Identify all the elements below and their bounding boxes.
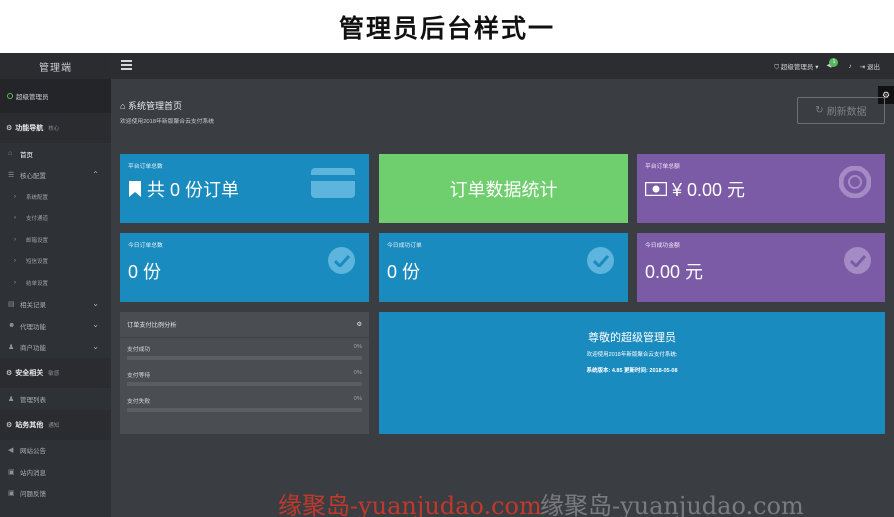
home-icon: ⌂ — [8, 150, 13, 158]
sidebar-subitem-system-config[interactable]: › 系统配置 — [0, 186, 111, 208]
sidebar-subitem-sms-config[interactable]: › 短信设置 — [0, 251, 111, 273]
question-icon: ▣ — [8, 490, 15, 498]
bookmark-icon — [129, 181, 141, 197]
logout-button[interactable]: ⇥ 退出 — [860, 61, 880, 71]
card-platform-orders: 平台订单总数 共 0 份订单 — [120, 154, 369, 223]
watermark-primary: 缘聚岛-yuanjudao.com — [278, 492, 542, 517]
gear-icon: ⚙ — [6, 421, 13, 429]
card-today-success: 今日成功订单 0 份 — [379, 233, 628, 302]
sidebar-section-other: ⚙ 站务其他 通知 — [0, 409, 111, 440]
user-icon: ♟ — [8, 395, 15, 403]
sidebar-subitem-pay-channel[interactable]: › 支付通道 — [0, 208, 111, 230]
check-circle-icon — [587, 247, 614, 274]
refresh-icon: ↻ — [815, 105, 824, 116]
sidebar-user[interactable]: 超级管理员 — [0, 79, 111, 113]
gear-icon: ⚙ — [6, 370, 13, 377]
user-icon: ♟ — [8, 344, 15, 352]
check-circle-icon — [844, 247, 871, 274]
progress-bar — [127, 356, 362, 360]
sidebar-item-messages[interactable]: ▣ 站内消息 — [0, 461, 111, 483]
check-circle-icon — [328, 247, 355, 274]
topbar: ⛉ 超级管理员 ▾ ◀1 ♪ ⇥ 退出 — [111, 53, 894, 79]
watermark-secondary: 缘聚岛-yuanjudao.com — [540, 492, 804, 517]
card-platform-amount: 平台订单总额 ¥ 0.00 元 — [637, 154, 885, 223]
page: 管理员后台样式一 管理端 超级管理员 ⚙ 功能导航 核心 ⌂ 首页 ☰ 核心配置… — [0, 0, 894, 517]
topbar-right: ⛉ 超级管理员 ▾ ◀1 ♪ ⇥ 退出 — [774, 53, 880, 79]
online-status-icon — [7, 93, 13, 99]
admin-dropdown[interactable]: ⛉ 超级管理员 ▾ — [774, 61, 818, 72]
sidebar-item-feedback[interactable]: ▣ 问题反馈 — [0, 483, 111, 505]
banner: 管理员后台样式一 — [0, 0, 894, 53]
sidebar-item-records[interactable]: ▤ 相关记录 ⌄ — [0, 294, 111, 316]
order-analysis-panel: 订单支付比例分析 ⚙ 支付成功 0% 支付等待 0% 支付失败 0% — [120, 312, 369, 434]
welcome-title: 尊敬的超级管理员 — [588, 332, 676, 344]
sidebar-brand: 管理端 — [0, 53, 111, 79]
sidebar-subitem-settle-config[interactable]: › 结单设置 — [0, 272, 111, 294]
chevron-right-icon: › — [14, 236, 16, 243]
sidebar-item-agent[interactable]: ☻ 代理功能 ⌄ — [0, 315, 111, 337]
main-content: ⌂ 系统管理首页 欢迎使用2018年新版聚合云支付系统 ↻ 刷新数据 平台订单总数… — [111, 79, 894, 517]
card-today-orders: 今日订单总数 0 份 — [120, 233, 369, 302]
caret-down-icon: ▾ — [815, 63, 819, 71]
lifebuoy-icon — [839, 166, 871, 198]
list-icon: ▤ — [8, 301, 15, 309]
users-icon: ☻ — [8, 322, 16, 330]
sidebar-item-core-config[interactable]: ☰ 核心配置 ⌃ — [0, 165, 111, 187]
welcome-panel: 尊敬的超级管理员 欢迎使用2018年新版聚合云支付系统: 系统版本: 4.85 … — [379, 312, 885, 434]
sidebar-section-security: ⚙ 安全相关 敏感 — [0, 358, 111, 388]
sidebar-item-announce[interactable]: ◀ 网站公告 — [0, 440, 111, 462]
sidebar-item-home[interactable]: ⌂ 首页 — [0, 143, 111, 165]
page-title: ⌂ 系统管理首页 — [120, 101, 182, 111]
home-icon: ⌂ — [120, 101, 126, 111]
sidebar: 管理端 超级管理员 ⚙ 功能导航 核心 ⌂ 首页 ☰ 核心配置 ⌃ › 系统配置 — [0, 53, 111, 517]
panel-title: 订单支付比例分析 — [127, 322, 177, 329]
analysis-row-failed: 支付失败 0% — [120, 390, 369, 416]
bell-icon[interactable]: ♪ — [848, 63, 851, 70]
message-icon: ▣ — [8, 468, 15, 476]
admin-app: 管理端 超级管理员 ⚙ 功能导航 核心 ⌂ 首页 ☰ 核心配置 ⌃ › 系统配置 — [0, 53, 894, 517]
chevron-down-icon: ⌄ — [92, 298, 99, 308]
megaphone-icon: ◀ — [8, 447, 14, 455]
notification-badge: 1 — [829, 58, 839, 67]
analysis-row-waiting: 支付等待 0% — [120, 364, 369, 390]
card-order-stats[interactable]: 订单数据统计 — [379, 154, 628, 223]
money-icon — [645, 182, 667, 196]
card-today-amount: 今日成功金额 0.00 元 — [637, 233, 885, 302]
progress-bar — [127, 408, 362, 412]
welcome-line-1: 欢迎使用2018年新版聚合云支付系统: — [586, 352, 678, 358]
sidebar-user-name: 超级管理员 — [16, 94, 49, 101]
gear-icon: ⚙ — [6, 125, 13, 132]
sidebar-subitem-email-config[interactable]: › 邮箱设置 — [0, 229, 111, 251]
sliders-icon: ☰ — [8, 172, 15, 180]
chevron-down-icon: ⌄ — [92, 320, 99, 329]
chevron-up-icon: ⌃ — [92, 169, 99, 179]
page-subtitle: 欢迎使用2018年新版聚合云支付系统 — [120, 119, 215, 125]
logout-icon: ⇥ — [859, 64, 866, 71]
welcome-line-2: 系统版本: 4.85 更新时间: 2018-05-08 — [586, 368, 678, 374]
menu-toggle-icon[interactable] — [121, 60, 132, 70]
chevron-right-icon: › — [14, 258, 16, 265]
banner-title: 管理员后台样式一 — [338, 13, 555, 43]
chevron-right-icon: › — [14, 279, 16, 286]
shield-icon: ⛉ — [774, 63, 780, 71]
sidebar-item-admin-list[interactable]: ♟ 管理列表 — [0, 388, 111, 410]
gear-icon[interactable]: ⚙ — [356, 321, 362, 328]
sidebar-item-merchant[interactable]: ♟ 商户功能 ⌄ — [0, 337, 111, 359]
refresh-button[interactable]: ↻ 刷新数据 — [797, 97, 885, 124]
progress-bar — [127, 382, 362, 386]
chevron-right-icon: › — [14, 193, 16, 200]
sidebar-section-functions: ⚙ 功能导航 核心 — [0, 113, 111, 143]
credit-card-icon — [311, 168, 355, 198]
notification-button[interactable]: ◀1 — [826, 58, 840, 71]
chevron-down-icon: ⌄ — [92, 341, 99, 351]
chevron-right-icon: › — [14, 215, 16, 222]
analysis-row-success: 支付成功 0% — [120, 338, 369, 364]
